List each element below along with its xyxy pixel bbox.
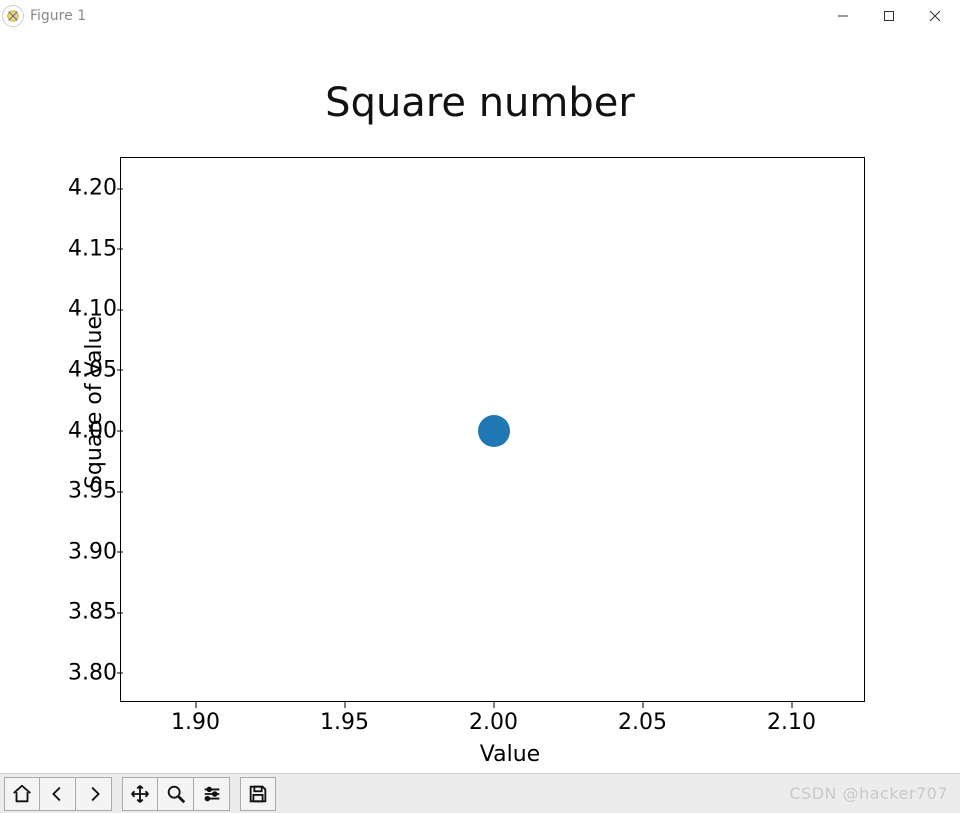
scatter-point [478, 415, 510, 447]
y-tick-label: 4.05 [49, 357, 117, 382]
close-button[interactable] [912, 0, 958, 32]
watermark-text: CSDN @hacker707 [789, 784, 956, 803]
y-tick-label: 3.95 [49, 479, 117, 504]
back-button[interactable] [40, 777, 76, 811]
pan-button[interactable] [122, 777, 158, 811]
y-tick-label: 4.15 [49, 236, 117, 261]
save-button[interactable] [240, 777, 276, 811]
y-tick-label: 3.90 [49, 539, 117, 564]
zoom-button[interactable] [158, 777, 194, 811]
y-tick-label: 3.85 [49, 600, 117, 625]
y-tick-label: 4.00 [49, 418, 117, 443]
figure-canvas: Square number Square of Value 3.803.853.… [0, 32, 960, 773]
minimize-button[interactable] [820, 0, 866, 32]
y-tick-label: 4.10 [49, 297, 117, 322]
x-tick-label: 2.00 [469, 710, 518, 735]
x-tick-label: 2.10 [767, 710, 816, 735]
home-button[interactable] [4, 777, 40, 811]
plot-area: 3.803.853.903.954.004.054.104.154.201.90… [120, 157, 865, 702]
y-tick-label: 4.20 [49, 176, 117, 201]
x-tick-label: 1.90 [171, 710, 220, 735]
configure-subplots-button[interactable] [194, 777, 230, 811]
y-tick-label: 3.80 [49, 660, 117, 685]
window-title: Figure 1 [30, 8, 86, 24]
app-icon [2, 5, 24, 27]
maximize-button[interactable] [866, 0, 912, 32]
x-axis-label: Value [120, 742, 900, 767]
x-tick-label: 2.05 [618, 710, 667, 735]
window-titlebar: Figure 1 [0, 0, 960, 32]
x-tick-label: 1.95 [320, 710, 369, 735]
forward-button[interactable] [76, 777, 112, 811]
matplotlib-toolbar: CSDN @hacker707 [0, 773, 960, 813]
